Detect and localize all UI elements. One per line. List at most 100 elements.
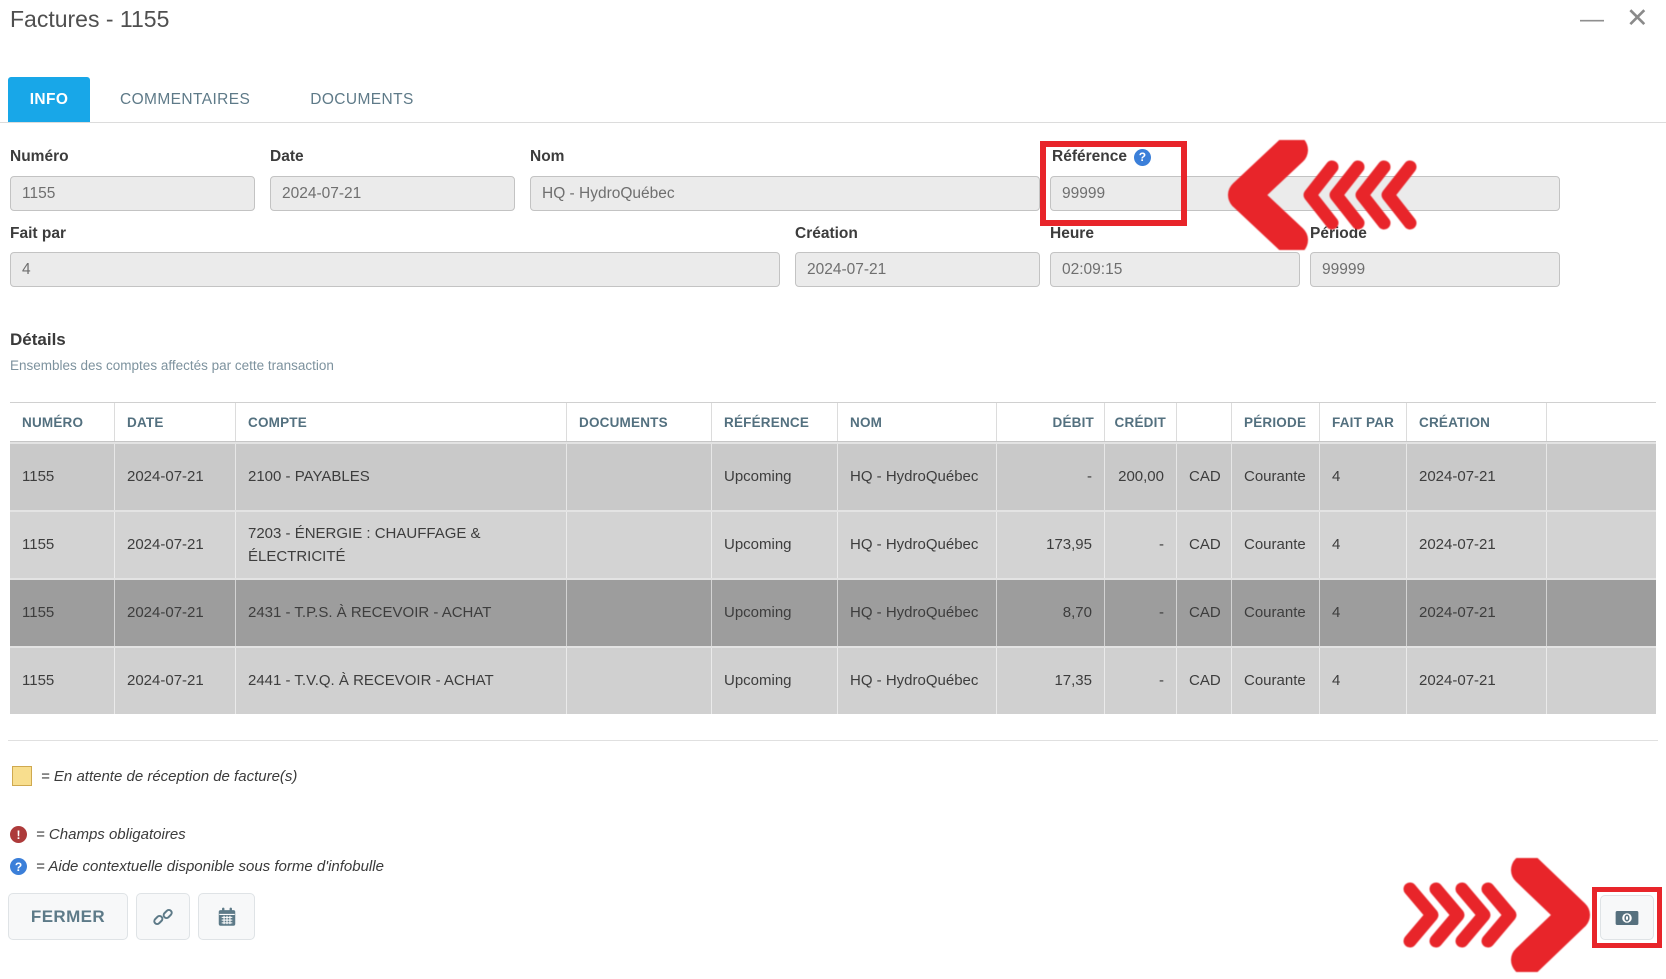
table-bottom-divider [8, 740, 1658, 741]
reference-label: Référence ? [1052, 148, 1151, 166]
table-row-highlighted[interactable]: 1155 2024-07-21 2431 - T.P.S. À RECEVOIR… [10, 578, 1656, 646]
date-field[interactable]: 2024-07-21 [270, 176, 515, 211]
cell-date: 2024-07-21 [115, 444, 236, 510]
cell-date: 2024-07-21 [115, 580, 236, 646]
cell-devise: CAD [1177, 648, 1232, 714]
cell-debit: 8,70 [997, 580, 1105, 646]
legend-pending: = En attente de réception de facture(s) [12, 766, 297, 786]
cell-periode: Courante [1232, 512, 1320, 578]
creation-field[interactable]: 2024-07-21 [795, 252, 1040, 287]
legend-help-text: = Aide contextuelle disponible sous form… [36, 858, 384, 875]
cell-nom: HQ - HydroQuébec [838, 580, 997, 646]
cell-extra [1547, 444, 1656, 510]
cell-numero: 1155 [10, 580, 115, 646]
table-row[interactable]: 1155 2024-07-21 2100 - PAYABLES Upcoming… [10, 442, 1656, 510]
question-circle-icon: ? [10, 858, 27, 875]
numero-field[interactable]: 1155 [10, 176, 255, 211]
fait-par-field[interactable]: 4 [10, 252, 780, 287]
table-row[interactable]: 1155 2024-07-21 2441 - T.V.Q. À RECEVOIR… [10, 646, 1656, 714]
cell-numero: 1155 [10, 512, 115, 578]
close-icon[interactable]: ✕ [1626, 3, 1649, 34]
reference-label-text: Référence [1052, 148, 1127, 166]
cell-extra [1547, 512, 1656, 578]
tab-info[interactable]: INFO [8, 77, 90, 123]
money-button[interactable] [1600, 895, 1654, 940]
col-header-devise [1177, 403, 1232, 441]
cell-fait-par: 4 [1320, 444, 1407, 510]
cell-devise: CAD [1177, 512, 1232, 578]
cell-documents [567, 580, 712, 646]
heure-field[interactable]: 02:09:15 [1050, 252, 1300, 287]
nom-label: Nom [530, 148, 564, 166]
cell-documents [567, 648, 712, 714]
cell-credit: 200,00 [1105, 444, 1177, 510]
exclamation-circle-icon: ! [10, 826, 27, 843]
cell-credit: - [1105, 580, 1177, 646]
tab-documents[interactable]: DOCUMENTS [280, 77, 444, 123]
cell-fait-par: 4 [1320, 648, 1407, 714]
help-circle-icon[interactable]: ? [1134, 149, 1151, 166]
cell-date: 2024-07-21 [115, 648, 236, 714]
cell-compte: 2431 - T.P.S. À RECEVOIR - ACHAT [236, 580, 567, 646]
periode-label: Période [1310, 225, 1367, 243]
cell-creation: 2024-07-21 [1407, 580, 1547, 646]
col-header-extra [1547, 403, 1656, 441]
nom-field[interactable]: HQ - HydroQuébec [530, 176, 1040, 211]
col-header-date[interactable]: DATE [115, 403, 236, 441]
details-subtitle: Ensembles des comptes affectés par cette… [10, 358, 334, 373]
cell-date: 2024-07-21 [115, 512, 236, 578]
col-header-reference[interactable]: RÉFÉRENCE [712, 403, 838, 441]
col-header-debit[interactable]: DÉBIT [997, 403, 1105, 441]
col-header-compte[interactable]: COMPTE [236, 403, 567, 441]
link-button[interactable] [136, 893, 190, 940]
tab-commentaires[interactable]: COMMENTAIRES [90, 77, 280, 123]
money-bill-icon [1614, 905, 1640, 931]
cell-periode: Courante [1232, 648, 1320, 714]
cell-documents [567, 512, 712, 578]
creation-label: Création [795, 225, 858, 243]
col-header-creation[interactable]: CRÉATION [1407, 403, 1547, 441]
tab-bar: INFO COMMENTAIRES DOCUMENTS [8, 77, 444, 123]
col-header-numero[interactable]: NUMÉRO [10, 403, 115, 441]
cell-devise: CAD [1177, 444, 1232, 510]
col-header-fait-par[interactable]: FAIT PAR [1320, 403, 1407, 441]
minimize-icon[interactable]: — [1580, 6, 1604, 34]
cell-periode: Courante [1232, 580, 1320, 646]
legend-pending-text: = En attente de réception de facture(s) [41, 768, 297, 785]
cell-debit: - [997, 444, 1105, 510]
cell-debit: 173,95 [997, 512, 1105, 578]
cell-reference: Upcoming [712, 512, 838, 578]
cell-compte: 2441 - T.V.Q. À RECEVOIR - ACHAT [236, 648, 567, 714]
fermer-button[interactable]: FERMER [8, 893, 128, 940]
col-header-periode[interactable]: PÉRIODE [1232, 403, 1320, 441]
cell-numero: 1155 [10, 444, 115, 510]
cell-creation: 2024-07-21 [1407, 512, 1547, 578]
cell-reference: Upcoming [712, 580, 838, 646]
cell-periode: Courante [1232, 444, 1320, 510]
cell-reference: Upcoming [712, 648, 838, 714]
reference-field[interactable]: 99999 [1050, 176, 1560, 211]
col-header-credit[interactable]: CRÉDIT [1105, 403, 1177, 441]
link-icon [152, 906, 174, 928]
numero-label: Numéro [10, 148, 69, 166]
col-header-documents[interactable]: DOCUMENTS [567, 403, 712, 441]
col-header-nom[interactable]: NOM [838, 403, 997, 441]
page-title: Factures - 1155 [10, 6, 169, 33]
legend-required-text: = Champs obligatoires [36, 826, 186, 843]
calendar-button[interactable] [198, 893, 255, 940]
details-table: NUMÉRO DATE COMPTE DOCUMENTS RÉFÉRENCE N… [10, 402, 1656, 714]
cell-compte: 7203 - ÉNERGIE : CHAUFFAGE & ÉLECTRICITÉ [236, 512, 567, 578]
cell-creation: 2024-07-21 [1407, 444, 1547, 510]
pending-square-icon [12, 766, 32, 786]
cell-documents [567, 444, 712, 510]
legend-help: ? = Aide contextuelle disponible sous fo… [10, 858, 384, 875]
periode-field[interactable]: 99999 [1310, 252, 1560, 287]
table-row[interactable]: 1155 2024-07-21 7203 - ÉNERGIE : CHAUFFA… [10, 510, 1656, 578]
cell-devise: CAD [1177, 580, 1232, 646]
cell-fait-par: 4 [1320, 580, 1407, 646]
annotation-arrow-right-icon [1398, 858, 1594, 972]
cell-nom: HQ - HydroQuébec [838, 648, 997, 714]
calendar-icon [216, 906, 238, 928]
cell-reference: Upcoming [712, 444, 838, 510]
cell-numero: 1155 [10, 648, 115, 714]
